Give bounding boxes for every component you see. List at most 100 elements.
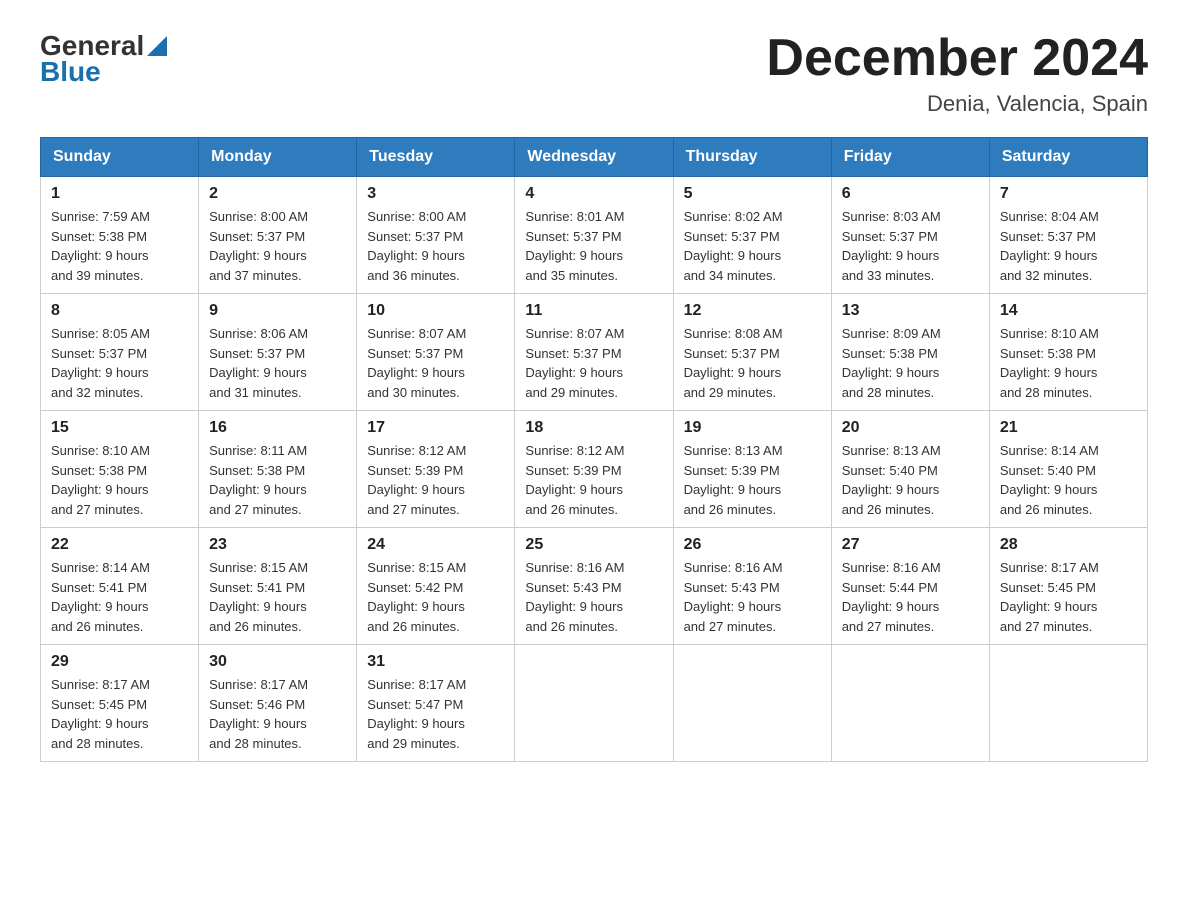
calendar-cell: 12Sunrise: 8:08 AMSunset: 5:37 PMDayligh… [673,294,831,411]
day-number: 9 [209,302,346,320]
day-info: Sunrise: 8:16 AMSunset: 5:43 PMDaylight:… [525,558,662,636]
day-number: 12 [684,302,821,320]
calendar-cell: 9 Sunrise: 8:06 AMSunset: 5:37 PMDaylight… [199,294,357,411]
day-number: 13 [842,302,979,320]
calendar-cell [989,645,1147,762]
day-info: Sunrise: 8:14 AMSunset: 5:40 PMDaylight:… [1000,441,1137,519]
day-number: 28 [1000,536,1137,554]
calendar-week-row: 15 Sunrise: 8:10 AMSunset: 5:38 PMDayligh… [41,411,1148,528]
calendar-cell: 16 Sunrise: 8:11 AMSunset: 5:38 PMDayligh… [199,411,357,528]
day-info: Sunrise: 8:07 AMSunset: 5:37 PMDaylight:… [525,324,662,402]
day-number: 21 [1000,419,1137,437]
day-info: Sunrise: 8:16 AMSunset: 5:43 PMDaylight:… [684,558,821,636]
page-header: General Blue December 2024 Denia, Valenc… [40,30,1148,117]
day-info: Sunrise: 8:04 AMSunset: 5:37 PMDaylight:… [1000,207,1137,285]
day-number: 22 [51,536,188,554]
day-info: Sunrise: 8:00 AMSunset: 5:37 PMDaylight:… [209,207,346,285]
calendar-cell: 7 Sunrise: 8:04 AMSunset: 5:37 PMDaylight… [989,177,1147,294]
location-title: Denia, Valencia, Spain [766,91,1148,117]
day-info: Sunrise: 8:17 AMSunset: 5:47 PMDaylight:… [367,675,504,753]
calendar-cell: 15 Sunrise: 8:10 AMSunset: 5:38 PMDayligh… [41,411,199,528]
logo-triangle-icon [147,36,167,56]
calendar-cell: 23 Sunrise: 8:15 AMSunset: 5:41 PMDayligh… [199,528,357,645]
calendar-cell: 4 Sunrise: 8:01 AMSunset: 5:37 PMDaylight… [515,177,673,294]
day-info: Sunrise: 8:10 AMSunset: 5:38 PMDaylight:… [51,441,188,519]
calendar-cell: 29Sunrise: 8:17 AMSunset: 5:45 PMDayligh… [41,645,199,762]
day-number: 7 [1000,185,1137,203]
day-number: 18 [525,419,662,437]
calendar-table: SundayMondayTuesdayWednesdayThursdayFrid… [40,137,1148,762]
calendar-week-row: 1 Sunrise: 7:59 AMSunset: 5:38 PMDaylight… [41,177,1148,294]
day-number: 15 [51,419,188,437]
calendar-week-row: 22 Sunrise: 8:14 AMSunset: 5:41 PMDayligh… [41,528,1148,645]
calendar-week-row: 8Sunrise: 8:05 AMSunset: 5:37 PMDaylight… [41,294,1148,411]
col-header-saturday: Saturday [989,138,1147,177]
calendar-cell: 27Sunrise: 8:16 AMSunset: 5:44 PMDayligh… [831,528,989,645]
day-number: 26 [684,536,821,554]
calendar-cell: 8Sunrise: 8:05 AMSunset: 5:37 PMDaylight… [41,294,199,411]
day-info: Sunrise: 8:15 AMSunset: 5:41 PMDaylight:… [209,558,346,636]
day-info: Sunrise: 8:12 AMSunset: 5:39 PMDaylight:… [367,441,504,519]
day-number: 2 [209,185,346,203]
day-number: 16 [209,419,346,437]
day-number: 11 [525,302,662,320]
day-number: 30 [209,653,346,671]
day-info: Sunrise: 8:11 AMSunset: 5:38 PMDaylight:… [209,441,346,519]
col-header-sunday: Sunday [41,138,199,177]
day-number: 8 [51,302,188,320]
day-number: 4 [525,185,662,203]
month-title: December 2024 [766,30,1148,87]
day-info: Sunrise: 8:06 AMSunset: 5:37 PMDaylight:… [209,324,346,402]
day-info: Sunrise: 8:03 AMSunset: 5:37 PMDaylight:… [842,207,979,285]
day-info: Sunrise: 8:17 AMSunset: 5:45 PMDaylight:… [51,675,188,753]
day-number: 17 [367,419,504,437]
day-number: 1 [51,185,188,203]
col-header-wednesday: Wednesday [515,138,673,177]
calendar-cell: 11 Sunrise: 8:07 AMSunset: 5:37 PMDayligh… [515,294,673,411]
calendar-cell: 18 Sunrise: 8:12 AMSunset: 5:39 PMDayligh… [515,411,673,528]
day-info: Sunrise: 8:15 AMSunset: 5:42 PMDaylight:… [367,558,504,636]
day-info: Sunrise: 8:12 AMSunset: 5:39 PMDaylight:… [525,441,662,519]
calendar-cell [673,645,831,762]
day-number: 3 [367,185,504,203]
calendar-cell: 1 Sunrise: 7:59 AMSunset: 5:38 PMDaylight… [41,177,199,294]
day-number: 27 [842,536,979,554]
day-number: 19 [684,419,821,437]
col-header-tuesday: Tuesday [357,138,515,177]
calendar-cell: 31 Sunrise: 8:17 AMSunset: 5:47 PMDayligh… [357,645,515,762]
day-number: 5 [684,185,821,203]
day-info: Sunrise: 8:02 AMSunset: 5:37 PMDaylight:… [684,207,821,285]
day-number: 10 [367,302,504,320]
day-info: Sunrise: 8:17 AMSunset: 5:45 PMDaylight:… [1000,558,1137,636]
day-info: Sunrise: 7:59 AMSunset: 5:38 PMDaylight:… [51,207,188,285]
calendar-cell: 17 Sunrise: 8:12 AMSunset: 5:39 PMDayligh… [357,411,515,528]
day-info: Sunrise: 8:09 AMSunset: 5:38 PMDaylight:… [842,324,979,402]
day-info: Sunrise: 8:01 AMSunset: 5:37 PMDaylight:… [525,207,662,285]
col-header-thursday: Thursday [673,138,831,177]
calendar-cell: 19Sunrise: 8:13 AMSunset: 5:39 PMDayligh… [673,411,831,528]
day-info: Sunrise: 8:14 AMSunset: 5:41 PMDaylight:… [51,558,188,636]
day-number: 25 [525,536,662,554]
day-info: Sunrise: 8:00 AMSunset: 5:37 PMDaylight:… [367,207,504,285]
logo: General Blue [40,30,167,88]
title-block: December 2024 Denia, Valencia, Spain [766,30,1148,117]
calendar-cell: 24 Sunrise: 8:15 AMSunset: 5:42 PMDayligh… [357,528,515,645]
calendar-cell: 26 Sunrise: 8:16 AMSunset: 5:43 PMDayligh… [673,528,831,645]
day-info: Sunrise: 8:10 AMSunset: 5:38 PMDaylight:… [1000,324,1137,402]
calendar-cell: 20Sunrise: 8:13 AMSunset: 5:40 PMDayligh… [831,411,989,528]
day-info: Sunrise: 8:17 AMSunset: 5:46 PMDaylight:… [209,675,346,753]
calendar-header-row: SundayMondayTuesdayWednesdayThursdayFrid… [41,138,1148,177]
day-number: 20 [842,419,979,437]
day-number: 24 [367,536,504,554]
day-number: 31 [367,653,504,671]
calendar-cell: 21 Sunrise: 8:14 AMSunset: 5:40 PMDayligh… [989,411,1147,528]
calendar-cell: 30 Sunrise: 8:17 AMSunset: 5:46 PMDayligh… [199,645,357,762]
calendar-cell: 28 Sunrise: 8:17 AMSunset: 5:45 PMDayligh… [989,528,1147,645]
day-number: 23 [209,536,346,554]
col-header-monday: Monday [199,138,357,177]
calendar-cell: 25 Sunrise: 8:16 AMSunset: 5:43 PMDayligh… [515,528,673,645]
calendar-cell: 22 Sunrise: 8:14 AMSunset: 5:41 PMDayligh… [41,528,199,645]
day-info: Sunrise: 8:07 AMSunset: 5:37 PMDaylight:… [367,324,504,402]
calendar-cell: 3 Sunrise: 8:00 AMSunset: 5:37 PMDaylight… [357,177,515,294]
calendar-week-row: 29Sunrise: 8:17 AMSunset: 5:45 PMDayligh… [41,645,1148,762]
